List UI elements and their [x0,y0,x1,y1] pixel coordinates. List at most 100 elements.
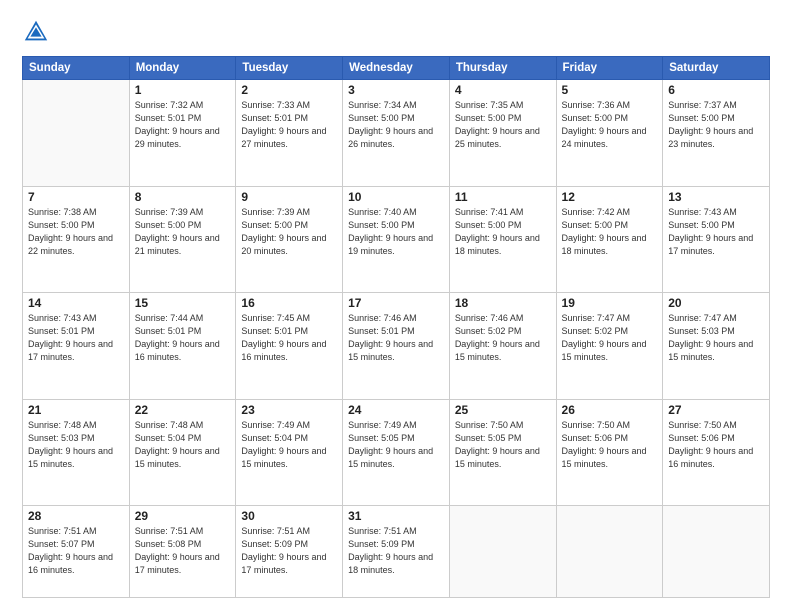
calendar-day-cell: 29Sunrise: 7:51 AM Sunset: 5:08 PM Dayli… [129,506,236,598]
calendar-day-cell: 30Sunrise: 7:51 AM Sunset: 5:09 PM Dayli… [236,506,343,598]
page: SundayMondayTuesdayWednesdayThursdayFrid… [0,0,792,612]
day-number: 27 [668,403,764,417]
calendar-day-cell: 24 Sunrise: 7:49 AM Sunset: 5:05 PM Dayli… [343,399,450,506]
calendar-day-cell [556,506,663,598]
day-number: 19 [562,296,658,310]
day-number: 28 [28,509,124,523]
day-number: 26 [562,403,658,417]
day-number: 18 [455,296,551,310]
calendar-day-cell: 21 Sunrise: 7:48 AM Sunset: 5:03 PM Dayli… [23,399,130,506]
day-info: Sunrise: 7:50 AM Sunset: 5:06 PM Dayligh… [668,419,764,471]
day-number: 22 [135,403,231,417]
calendar-table: SundayMondayTuesdayWednesdayThursdayFrid… [22,56,770,598]
calendar-day-cell: 26 Sunrise: 7:50 AM Sunset: 5:06 PM Dayli… [556,399,663,506]
day-number: 16 [241,296,337,310]
calendar-day-cell: 20 Sunrise: 7:47 AM Sunset: 5:03 PM Dayli… [663,293,770,400]
calendar-day-cell: 11 Sunrise: 7:41 AM Sunset: 5:00 PM Dayli… [449,186,556,293]
calendar-day-cell: 5 Sunrise: 7:36 AM Sunset: 5:00 PM Daylig… [556,80,663,187]
calendar-day-cell [663,506,770,598]
calendar-day-cell: 3Sunrise: 7:34 AM Sunset: 5:00 PM Daylig… [343,80,450,187]
day-number: 21 [28,403,124,417]
weekday-header: Monday [129,57,236,80]
weekday-header: Friday [556,57,663,80]
day-number: 12 [562,190,658,204]
day-info: Sunrise: 7:49 AM Sunset: 5:04 PM Dayligh… [241,419,337,471]
calendar-day-cell: 4Sunrise: 7:35 AM Sunset: 5:00 PM Daylig… [449,80,556,187]
calendar-day-cell: 12Sunrise: 7:42 AM Sunset: 5:00 PM Dayli… [556,186,663,293]
day-info: Sunrise: 7:48 AM Sunset: 5:03 PM Dayligh… [28,419,124,471]
day-number: 24 [348,403,444,417]
day-info: Sunrise: 7:40 AM Sunset: 5:00 PM Dayligh… [348,206,444,258]
day-info: Sunrise: 7:37 AM Sunset: 5:00 PM Dayligh… [668,99,764,151]
calendar-day-cell: 7 Sunrise: 7:38 AM Sunset: 5:00 PM Daylig… [23,186,130,293]
day-info: Sunrise: 7:51 AM Sunset: 5:08 PM Dayligh… [135,525,231,577]
day-number: 7 [28,190,124,204]
calendar-week-row: 14 Sunrise: 7:43 AM Sunset: 5:01 PM Dayli… [23,293,770,400]
day-number: 31 [348,509,444,523]
calendar-day-cell: 22 Sunrise: 7:48 AM Sunset: 5:04 PM Dayli… [129,399,236,506]
day-info: Sunrise: 7:50 AM Sunset: 5:06 PM Dayligh… [562,419,658,471]
calendar-day-cell: 10 Sunrise: 7:40 AM Sunset: 5:00 PM Dayli… [343,186,450,293]
day-info: Sunrise: 7:39 AM Sunset: 5:00 PM Dayligh… [135,206,231,258]
day-number: 14 [28,296,124,310]
day-info: Sunrise: 7:46 AM Sunset: 5:02 PM Dayligh… [455,312,551,364]
day-info: Sunrise: 7:43 AM Sunset: 5:01 PM Dayligh… [28,312,124,364]
calendar-day-cell: 19Sunrise: 7:47 AM Sunset: 5:02 PM Dayli… [556,293,663,400]
logo-icon [22,18,50,46]
day-number: 6 [668,83,764,97]
day-number: 20 [668,296,764,310]
day-info: Sunrise: 7:44 AM Sunset: 5:01 PM Dayligh… [135,312,231,364]
calendar-day-cell: 14 Sunrise: 7:43 AM Sunset: 5:01 PM Dayli… [23,293,130,400]
calendar-day-cell: 2Sunrise: 7:33 AM Sunset: 5:01 PM Daylig… [236,80,343,187]
weekday-header: Sunday [23,57,130,80]
day-number: 30 [241,509,337,523]
day-info: Sunrise: 7:46 AM Sunset: 5:01 PM Dayligh… [348,312,444,364]
day-info: Sunrise: 7:36 AM Sunset: 5:00 PM Dayligh… [562,99,658,151]
calendar-day-cell [449,506,556,598]
day-number: 2 [241,83,337,97]
day-number: 5 [562,83,658,97]
day-number: 15 [135,296,231,310]
calendar-day-cell: 16Sunrise: 7:45 AM Sunset: 5:01 PM Dayli… [236,293,343,400]
calendar-week-row: 21 Sunrise: 7:48 AM Sunset: 5:03 PM Dayli… [23,399,770,506]
day-info: Sunrise: 7:49 AM Sunset: 5:05 PM Dayligh… [348,419,444,471]
calendar-day-cell: 27 Sunrise: 7:50 AM Sunset: 5:06 PM Dayli… [663,399,770,506]
calendar-day-cell: 17 Sunrise: 7:46 AM Sunset: 5:01 PM Dayli… [343,293,450,400]
day-info: Sunrise: 7:48 AM Sunset: 5:04 PM Dayligh… [135,419,231,471]
day-number: 10 [348,190,444,204]
day-info: Sunrise: 7:47 AM Sunset: 5:03 PM Dayligh… [668,312,764,364]
calendar-week-row: 1 Sunrise: 7:32 AM Sunset: 5:01 PM Daylig… [23,80,770,187]
calendar-day-cell: 9 Sunrise: 7:39 AM Sunset: 5:00 PM Daylig… [236,186,343,293]
day-info: Sunrise: 7:35 AM Sunset: 5:00 PM Dayligh… [455,99,551,151]
day-info: Sunrise: 7:51 AM Sunset: 5:09 PM Dayligh… [348,525,444,577]
calendar-day-cell: 31 Sunrise: 7:51 AM Sunset: 5:09 PM Dayli… [343,506,450,598]
day-number: 17 [348,296,444,310]
day-number: 9 [241,190,337,204]
weekday-header: Saturday [663,57,770,80]
calendar-day-cell: 28 Sunrise: 7:51 AM Sunset: 5:07 PM Dayli… [23,506,130,598]
day-number: 11 [455,190,551,204]
calendar-day-cell [23,80,130,187]
weekday-header: Thursday [449,57,556,80]
weekday-header: Tuesday [236,57,343,80]
day-info: Sunrise: 7:41 AM Sunset: 5:00 PM Dayligh… [455,206,551,258]
calendar-day-cell: 25Sunrise: 7:50 AM Sunset: 5:05 PM Dayli… [449,399,556,506]
calendar-day-cell: 6 Sunrise: 7:37 AM Sunset: 5:00 PM Daylig… [663,80,770,187]
calendar-day-cell: 15 Sunrise: 7:44 AM Sunset: 5:01 PM Dayli… [129,293,236,400]
header [22,18,770,46]
day-info: Sunrise: 7:51 AM Sunset: 5:07 PM Dayligh… [28,525,124,577]
calendar-day-cell: 23 Sunrise: 7:49 AM Sunset: 5:04 PM Dayli… [236,399,343,506]
calendar-day-cell: 8 Sunrise: 7:39 AM Sunset: 5:00 PM Daylig… [129,186,236,293]
day-number: 8 [135,190,231,204]
day-info: Sunrise: 7:39 AM Sunset: 5:00 PM Dayligh… [241,206,337,258]
day-number: 25 [455,403,551,417]
day-info: Sunrise: 7:43 AM Sunset: 5:00 PM Dayligh… [668,206,764,258]
day-number: 1 [135,83,231,97]
logo [22,18,54,46]
calendar-day-cell: 13 Sunrise: 7:43 AM Sunset: 5:00 PM Dayli… [663,186,770,293]
day-info: Sunrise: 7:32 AM Sunset: 5:01 PM Dayligh… [135,99,231,151]
day-number: 23 [241,403,337,417]
day-number: 13 [668,190,764,204]
calendar-header-row: SundayMondayTuesdayWednesdayThursdayFrid… [23,57,770,80]
day-info: Sunrise: 7:38 AM Sunset: 5:00 PM Dayligh… [28,206,124,258]
